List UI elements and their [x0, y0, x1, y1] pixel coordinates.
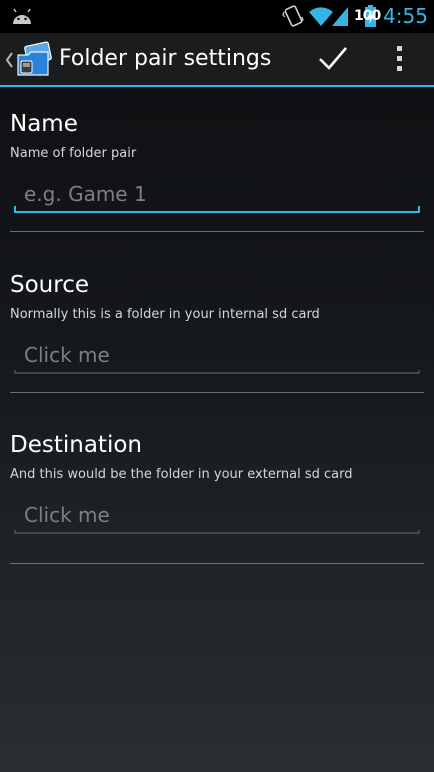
overflow-menu-button[interactable] — [380, 33, 420, 85]
checkmark-icon — [319, 47, 347, 70]
destination-subtitle: And this would be the folder in your ext… — [10, 467, 353, 482]
battery-level-text: 100 — [354, 8, 381, 24]
name-input[interactable]: e.g. Game 1 — [14, 170, 420, 214]
page-title: Folder pair settings — [59, 46, 272, 71]
source-subtitle: Normally this is a folder in your intern… — [10, 307, 320, 322]
vibrate-icon — [282, 5, 304, 27]
clock: 4:55 — [383, 4, 428, 28]
name-heading: Name — [10, 111, 78, 137]
source-section-divider — [10, 392, 424, 393]
signal-icon — [332, 7, 348, 26]
destination-section-divider — [10, 563, 424, 564]
source-folder-value: Click me — [24, 343, 110, 367]
back-chevron-icon — [5, 52, 13, 68]
overflow-dots-icon — [397, 46, 402, 71]
app-logo-icon — [17, 41, 52, 76]
status-bar: 100 4:55 — [0, 0, 434, 33]
up-navigation-button[interactable] — [0, 33, 56, 85]
source-folder-picker[interactable]: Click me — [14, 331, 420, 375]
name-section-divider — [10, 231, 424, 232]
source-heading: Source — [10, 272, 89, 298]
confirm-button[interactable] — [308, 33, 358, 85]
name-input-underline — [14, 206, 420, 213]
destination-folder-value: Click me — [24, 503, 110, 527]
source-picker-underline — [14, 370, 420, 374]
name-subtitle: Name of folder pair — [10, 146, 137, 161]
destination-picker-underline — [14, 530, 420, 534]
destination-folder-picker[interactable]: Click me — [14, 491, 420, 535]
name-input-placeholder: e.g. Game 1 — [24, 182, 147, 206]
destination-heading: Destination — [10, 432, 142, 458]
action-bar: Folder pair settings — [0, 33, 434, 87]
android-debug-icon — [13, 8, 31, 24]
